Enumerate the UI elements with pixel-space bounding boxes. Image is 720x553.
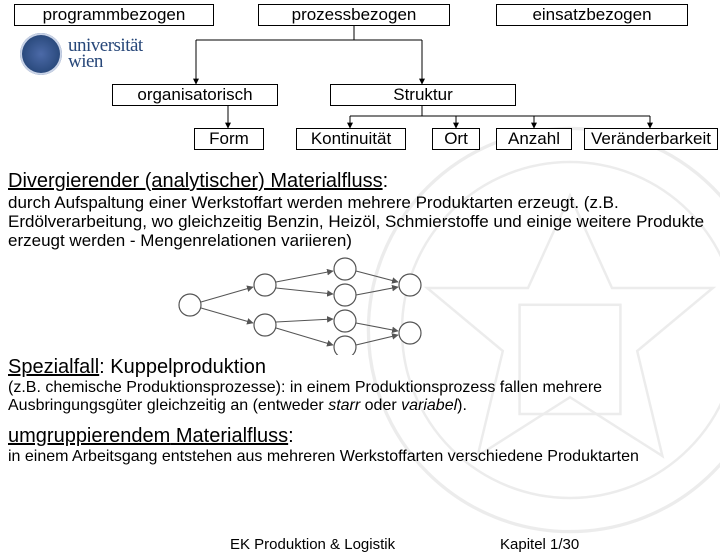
heading-spezialfall-b: : Kuppelproduktion [99, 356, 266, 378]
heading-divergierender-text: Divergierender (analytischer) Materialfl… [8, 170, 383, 192]
heading-umgruppierend: umgruppierendem Materialfluss: [8, 425, 712, 448]
logo-line2: wien [68, 54, 143, 70]
logo-universitaet-wien: universität wien [20, 32, 220, 76]
footer-left: EK Produktion & Logistik [230, 536, 395, 553]
node-prozessbezogen: prozessbezogen [258, 4, 450, 26]
logo-text: universität wien [68, 38, 143, 69]
node-veraenderbarkeit: Veränderbarkeit [584, 128, 718, 150]
logo-line1: universität [68, 38, 143, 54]
logo-seal-icon [20, 33, 62, 75]
node-einsatzbezogen: einsatzbezogen [496, 4, 688, 26]
heading-umgruppierend-b: Materialfluss [170, 425, 288, 447]
heading-divergierender: Divergierender (analytischer) Materialfl… [8, 170, 712, 193]
node-programmbezogen: programmbezogen [14, 4, 214, 26]
node-kontinuitaet: Kontinuität [296, 128, 406, 150]
node-form: Form [194, 128, 264, 150]
node-anzahl: Anzahl [496, 128, 572, 150]
body-divergierender: durch Aufspaltung einer Werkstoffart wer… [8, 193, 712, 250]
heading-umgruppierend-a: umgruppierendem [8, 425, 170, 447]
node-organisatorisch: organisatorisch [112, 84, 278, 106]
diverging-flow-diagram [170, 255, 430, 355]
node-ort: Ort [432, 128, 480, 150]
node-struktur: Struktur [330, 84, 516, 106]
body-spezialfall: (z.B. chemische Produktionsprozesse): in… [8, 379, 712, 415]
footer-right: Kapitel 1/30 [500, 536, 579, 553]
heading-spezialfall-a: Spezialfall [8, 356, 99, 378]
body-umgruppierend: in einem Arbeitsgang entstehen aus mehre… [8, 448, 712, 466]
heading-spezialfall: Spezialfall: Kuppelproduktion [8, 356, 712, 379]
